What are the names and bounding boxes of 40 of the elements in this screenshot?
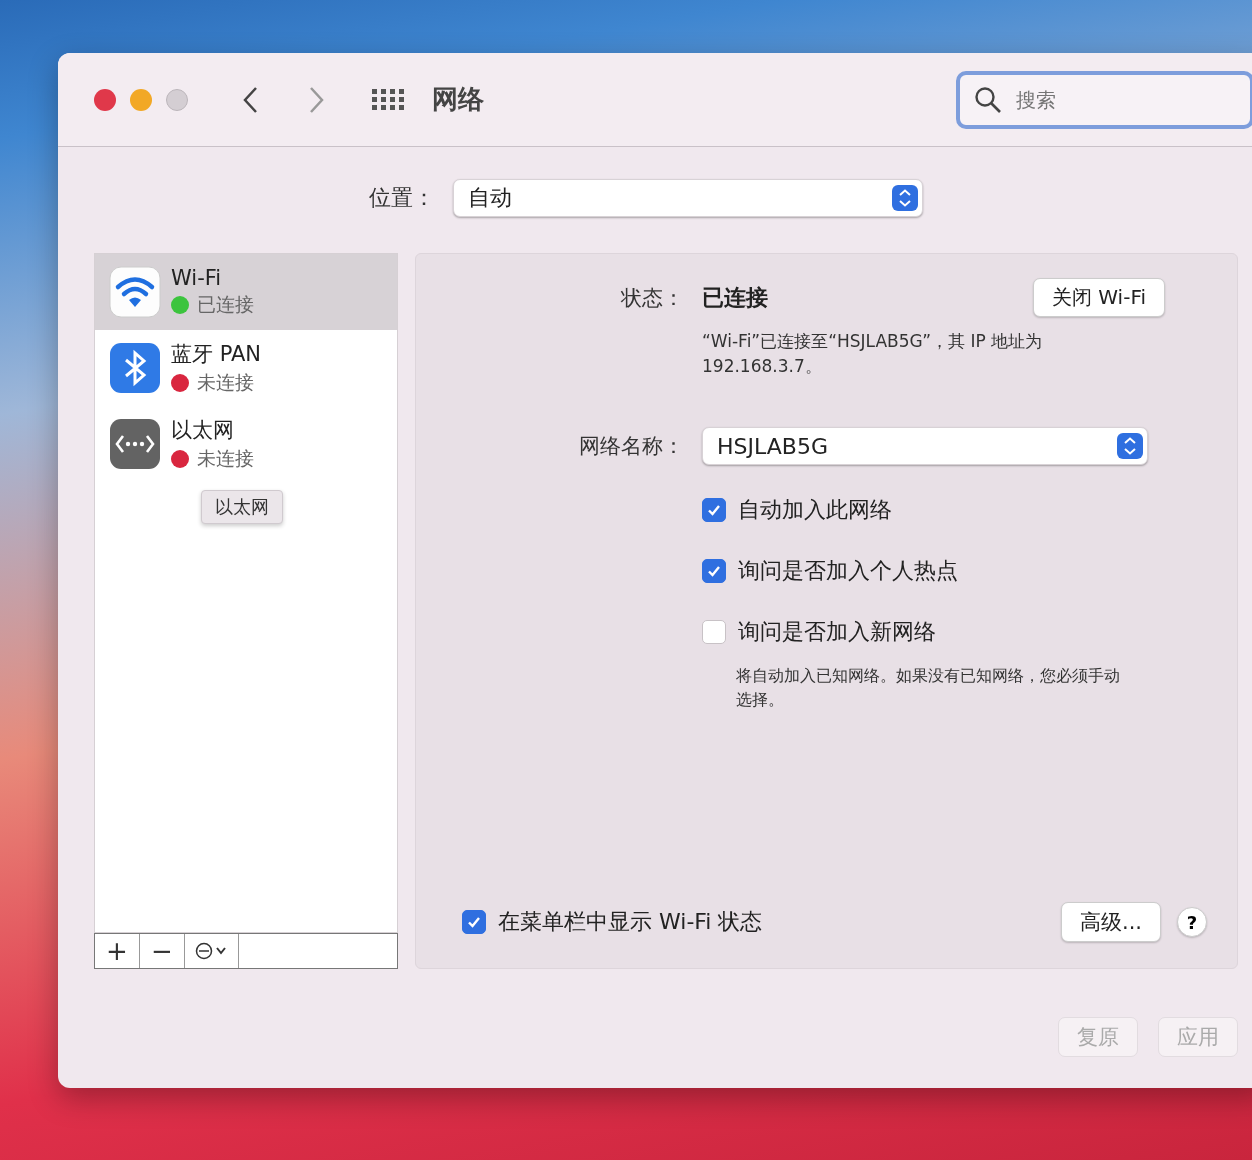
checkbox-label: 自动加入此网络 [738, 496, 892, 524]
service-item[interactable]: Wi-Fi 已连接 [95, 254, 397, 330]
checkbox-label: 在菜单栏中显示 Wi-Fi 状态 [498, 908, 763, 936]
window-title: 网络 [432, 83, 484, 116]
checkbox-label: 询问是否加入个人热点 [738, 557, 958, 585]
checkbox[interactable] [702, 498, 726, 522]
checkbox[interactable] [462, 910, 486, 934]
network-name-label: 网络名称： [578, 433, 685, 460]
advanced-button[interactable]: 高级... [1060, 902, 1161, 942]
status-value: 已连接 [702, 283, 769, 312]
service-status: 未连接 [197, 446, 254, 471]
search-icon [974, 85, 1002, 114]
search-field[interactable]: 搜索 [956, 70, 1252, 129]
network-name-dropdown[interactable]: HSJLAB5G [702, 427, 1148, 465]
close-button[interactable] [94, 88, 116, 111]
status-description: “Wi-Fi”已连接至“HSJLAB5G”，其 IP 地址为 192.168.3.7。 [702, 330, 1044, 378]
service-name: 以太网 [171, 417, 235, 444]
service-item[interactable]: 蓝牙 PAN 未连接 [95, 330, 397, 406]
help-button[interactable]: ? [1177, 907, 1207, 937]
service-item[interactable]: 以太网 未连接 [95, 406, 397, 482]
updown-icon [892, 185, 918, 211]
tooltip: 以太网 [201, 490, 283, 524]
ethernet-icon [109, 418, 161, 470]
service-status: 已连接 [197, 292, 254, 317]
checkbox-label: 询问是否加入新网络 [738, 618, 936, 646]
location-dropdown[interactable]: 自动 [453, 179, 923, 217]
wifi-icon [109, 266, 161, 318]
checkbox[interactable] [702, 559, 726, 583]
status-label: 状态： [620, 284, 685, 312]
checkbox[interactable] [702, 620, 726, 644]
grid-icon[interactable] [372, 88, 406, 111]
service-name: 蓝牙 PAN [171, 341, 262, 368]
action-icon [194, 942, 229, 960]
service-status: 未连接 [197, 370, 254, 395]
hint-text: 将自动加入已知网络。如果没有已知网络，您必须手动选择。 [736, 665, 1121, 711]
service-name: Wi-Fi [171, 266, 223, 290]
updown-icon [1117, 433, 1143, 459]
bluetooth-icon [109, 342, 161, 394]
location-label: 位置： [369, 184, 435, 212]
turn-off-wifi-button[interactable]: 关闭 Wi-Fi [1032, 278, 1165, 317]
